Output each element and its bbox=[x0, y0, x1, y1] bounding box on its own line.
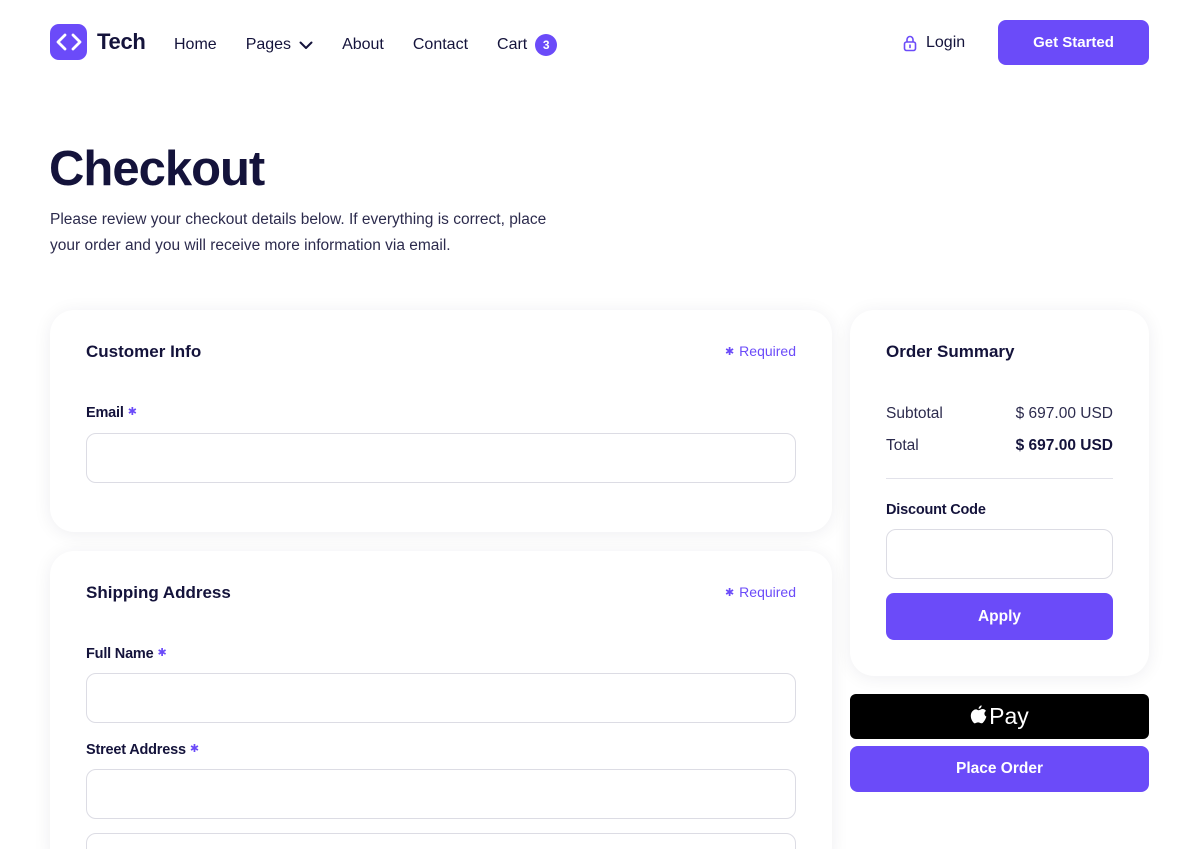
street-address-label: Street Address ✱ bbox=[86, 742, 199, 758]
nav-link-label: Cart bbox=[497, 36, 528, 53]
apple-pay-button[interactable]: Pay bbox=[850, 694, 1149, 739]
total-label: Total bbox=[886, 437, 919, 454]
page-description: Please review your checkout details belo… bbox=[50, 211, 547, 254]
full-name-label-text: Full Name bbox=[86, 646, 154, 662]
apple-logo-icon bbox=[970, 704, 987, 725]
total-row: Total $ 697.00 USD bbox=[886, 437, 1113, 455]
nav-link-label: Pages bbox=[245, 36, 292, 53]
page-title: Checkout bbox=[49, 142, 265, 196]
summary-divider bbox=[886, 478, 1113, 479]
asterisk-icon: ✱ bbox=[724, 345, 735, 358]
customer-info-card: Customer Info ✱ Required Email ✱ bbox=[50, 310, 832, 532]
nav-link-cart[interactable]: Cart 3 bbox=[497, 34, 558, 56]
nav-link-contact[interactable]: Contact bbox=[413, 34, 468, 56]
customer-info-title: Customer Info bbox=[86, 342, 202, 361]
lock-icon bbox=[903, 35, 917, 52]
get-started-button[interactable]: Get Started bbox=[998, 20, 1149, 65]
nav-link-label: About bbox=[342, 36, 384, 53]
street-address-input[interactable] bbox=[86, 769, 796, 819]
subtotal-row: Subtotal $ 697.00 USD bbox=[886, 405, 1113, 423]
discount-code-input[interactable] bbox=[886, 529, 1113, 579]
nav-link-label: Contact bbox=[412, 36, 469, 53]
asterisk-icon: ✱ bbox=[127, 406, 137, 418]
discount-code-label: Discount Code bbox=[886, 502, 986, 518]
required-note: ✱ Required bbox=[725, 584, 796, 600]
asterisk-icon: ✱ bbox=[724, 586, 735, 599]
total-value: $ 697.00 USD bbox=[1015, 437, 1113, 454]
shipping-address-card: Shipping Address ✱ Required Full Name ✱ S… bbox=[50, 551, 832, 849]
chevron-down-icon bbox=[299, 41, 313, 50]
email-label-text: Email bbox=[86, 405, 124, 421]
apple-pay-label: Pay bbox=[989, 703, 1029, 729]
top-navbar: Tech Home Pages About Contact Cart 3 Log… bbox=[0, 0, 1193, 90]
subtotal-value: $ 697.00 USD bbox=[1015, 405, 1113, 422]
order-summary-title: Order Summary bbox=[886, 342, 1015, 361]
order-summary-card: Order Summary Subtotal $ 697.00 USD Tota… bbox=[850, 310, 1149, 676]
code-brackets-icon bbox=[50, 24, 87, 60]
login-label: Login bbox=[926, 34, 966, 51]
required-note: ✱ Required bbox=[725, 343, 796, 359]
login-link[interactable]: Login bbox=[903, 32, 965, 54]
street-address-line2-input[interactable] bbox=[86, 833, 796, 849]
subtotal-label: Subtotal bbox=[886, 405, 943, 422]
nav-links: Home Pages About Contact Cart 3 bbox=[174, 34, 586, 56]
full-name-label: Full Name ✱ bbox=[86, 646, 167, 662]
place-order-button[interactable]: Place Order bbox=[850, 746, 1149, 792]
nav-link-about[interactable]: About bbox=[342, 34, 384, 56]
full-name-input[interactable] bbox=[86, 673, 796, 723]
nav-link-home[interactable]: Home bbox=[174, 34, 217, 56]
nav-link-label: Home bbox=[174, 36, 217, 53]
brand-logo[interactable]: Tech bbox=[50, 24, 146, 60]
cart-count-badge: 3 bbox=[535, 34, 558, 56]
apply-discount-button[interactable]: Apply bbox=[886, 593, 1113, 640]
nav-link-pages[interactable]: Pages bbox=[246, 34, 313, 56]
required-label: Required bbox=[739, 343, 796, 359]
email-input[interactable] bbox=[86, 433, 796, 483]
shipping-address-title: Shipping Address bbox=[86, 583, 231, 602]
asterisk-icon: ✱ bbox=[157, 647, 167, 659]
asterisk-icon: ✱ bbox=[189, 743, 199, 755]
brand-name: Tech bbox=[97, 29, 146, 54]
email-label: Email ✱ bbox=[86, 405, 137, 421]
street-address-label-text: Street Address bbox=[86, 742, 186, 758]
required-label: Required bbox=[739, 584, 796, 600]
